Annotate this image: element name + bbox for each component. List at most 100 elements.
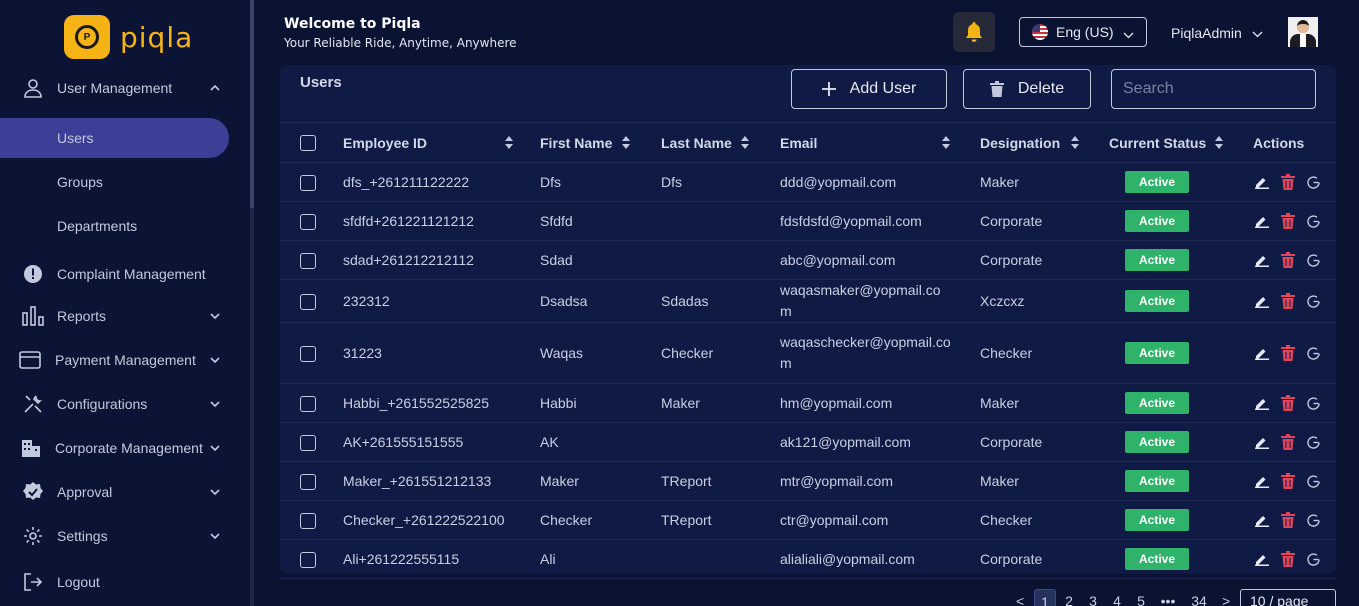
pagination-next[interactable]: > [1222, 589, 1230, 606]
delete-icon[interactable] [1279, 395, 1296, 412]
edit-icon[interactable] [1253, 345, 1270, 362]
table-row[interactable]: Habbi_+261552525825 Habbi Maker hm@yopmail.… [280, 383, 1336, 423]
sidebar-subitem-groups[interactable]: Groups [0, 162, 229, 202]
sidebar-item-complaint-management[interactable]: Complaint Management [0, 254, 250, 294]
search-input[interactable] [1111, 69, 1316, 109]
us-flag-icon [1032, 24, 1048, 40]
reset-icon[interactable] [1305, 345, 1322, 362]
edit-icon[interactable] [1253, 213, 1270, 230]
column-email[interactable]: Email [780, 122, 980, 163]
delete-icon[interactable] [1279, 434, 1296, 451]
row-checkbox[interactable] [300, 395, 316, 412]
sidebar-item-label: Approval [57, 484, 113, 500]
reset-icon[interactable] [1305, 252, 1322, 269]
sidebar-scrollbar[interactable] [250, 0, 254, 606]
sidebar-item-reports[interactable]: Reports [0, 296, 250, 336]
sort-icon[interactable] [505, 136, 513, 150]
pagination-page-4[interactable]: 4 [1106, 589, 1128, 606]
cell-first-name: Waqas [540, 322, 661, 384]
row-checkbox[interactable] [300, 213, 316, 230]
row-checkbox[interactable] [300, 434, 316, 451]
edit-icon[interactable] [1253, 395, 1270, 412]
sidebar-subitem-users[interactable]: Users [0, 118, 229, 158]
edit-icon[interactable] [1253, 293, 1270, 310]
sort-icon[interactable] [622, 136, 630, 150]
table-row[interactable]: 232312 Dsadsa Sdadas waqasmaker@yopmail.com… [280, 279, 1336, 323]
pagination-page-1[interactable]: 1 [1034, 589, 1056, 606]
pagination-page-5[interactable]: 5 [1130, 589, 1152, 606]
add-user-button[interactable]: Add User [791, 69, 947, 109]
language-select[interactable]: Eng (US) [1019, 17, 1147, 47]
sidebar-item-corporate-management[interactable]: Corporate Management [0, 428, 250, 468]
delete-icon[interactable] [1279, 512, 1296, 529]
sort-icon[interactable] [1215, 136, 1223, 150]
scrollbar-thumb[interactable] [250, 0, 254, 208]
column-last-name[interactable]: Last Name [661, 122, 780, 163]
column-current-status[interactable]: Current Status [1109, 122, 1253, 163]
pagination-ellipsis[interactable]: ••• [1157, 589, 1179, 606]
reset-icon[interactable] [1305, 512, 1322, 529]
sidebar-item-logout[interactable]: Logout [0, 562, 250, 602]
delete-icon[interactable] [1279, 213, 1296, 230]
pagination-page-last[interactable]: 34 [1186, 589, 1212, 606]
row-checkbox[interactable] [300, 345, 316, 362]
edit-icon[interactable] [1253, 174, 1270, 191]
reset-icon[interactable] [1305, 551, 1322, 568]
reset-icon[interactable] [1305, 473, 1322, 490]
row-checkbox[interactable] [300, 252, 316, 269]
row-checkbox[interactable] [300, 293, 316, 310]
pagination-prev[interactable]: < [1016, 589, 1024, 606]
reset-icon[interactable] [1305, 174, 1322, 191]
row-checkbox[interactable] [300, 174, 316, 191]
sidebar-item-label: Complaint Management [57, 266, 206, 282]
sidebar-item-configurations[interactable]: Configurations [0, 384, 250, 424]
sidebar-subitem-departments[interactable]: Departments [0, 206, 229, 246]
edit-icon[interactable] [1253, 434, 1270, 451]
reset-icon[interactable] [1305, 213, 1322, 230]
cell-first-name: Dsadsa [540, 279, 661, 323]
column-first-name[interactable]: First Name [540, 122, 661, 163]
table-row[interactable]: Ali+261222555115 Ali alialiali@yopmail.com… [280, 539, 1336, 579]
table-row[interactable]: AK+261555151555 AK ak121@yopmail.com Corpor… [280, 422, 1336, 462]
delete-icon[interactable] [1279, 174, 1296, 191]
sidebar-item-user-management[interactable]: User Management [0, 68, 250, 108]
pagination-page-2[interactable]: 2 [1058, 589, 1080, 606]
row-checkbox[interactable] [300, 473, 316, 490]
table-row[interactable]: Checker_+261222522100 Checker TReport ctr@y… [280, 500, 1336, 540]
sidebar-item-payment-management[interactable]: Payment Management [0, 340, 250, 380]
notifications-button[interactable] [953, 12, 995, 52]
delete-icon[interactable] [1279, 473, 1296, 490]
row-checkbox[interactable] [300, 512, 316, 529]
column-employee-id[interactable]: Employee ID [343, 122, 540, 163]
user-menu[interactable]: PiqlaAdmin [1171, 25, 1263, 41]
edit-icon[interactable] [1253, 252, 1270, 269]
edit-icon[interactable] [1253, 512, 1270, 529]
sort-icon[interactable] [1071, 136, 1079, 150]
brand-logo[interactable]: P piqla [64, 15, 193, 59]
page-size-select[interactable]: 10 / page [1240, 589, 1336, 606]
reset-icon[interactable] [1305, 293, 1322, 310]
edit-icon[interactable] [1253, 473, 1270, 490]
table-row[interactable]: 31223 Waqas Checker waqaschecker@yopmail.co… [280, 322, 1336, 384]
delete-icon[interactable] [1279, 551, 1296, 568]
select-all-checkbox[interactable] [300, 135, 316, 152]
row-checkbox[interactable] [300, 551, 316, 568]
delete-icon[interactable] [1279, 293, 1296, 310]
avatar[interactable] [1288, 17, 1318, 47]
sort-icon[interactable] [741, 136, 749, 150]
reset-icon[interactable] [1305, 395, 1322, 412]
column-designation[interactable]: Designation [980, 122, 1109, 163]
sort-icon[interactable] [942, 136, 950, 150]
sidebar-item-settings[interactable]: Settings [0, 516, 250, 556]
delete-icon[interactable] [1279, 345, 1296, 362]
sidebar-item-approval[interactable]: Approval [0, 472, 250, 512]
pagination-page-3[interactable]: 3 [1082, 589, 1104, 606]
delete-button[interactable]: Delete [963, 69, 1091, 109]
delete-icon[interactable] [1279, 252, 1296, 269]
table-row[interactable]: sfdfd+261221121212 Sfdfd fdsfdsfd@yopmail.… [280, 201, 1336, 241]
table-row[interactable]: sdad+261212212112 Sdad abc@yopmail.com Corp… [280, 240, 1336, 280]
table-row[interactable]: dfs_+261211122222 Dfs Dfs ddd@yopmail.com Ma… [280, 162, 1336, 202]
reset-icon[interactable] [1305, 434, 1322, 451]
edit-icon[interactable] [1253, 551, 1270, 568]
table-row[interactable]: Maker_+261551212133 Maker TReport mtr@yopma… [280, 461, 1336, 501]
